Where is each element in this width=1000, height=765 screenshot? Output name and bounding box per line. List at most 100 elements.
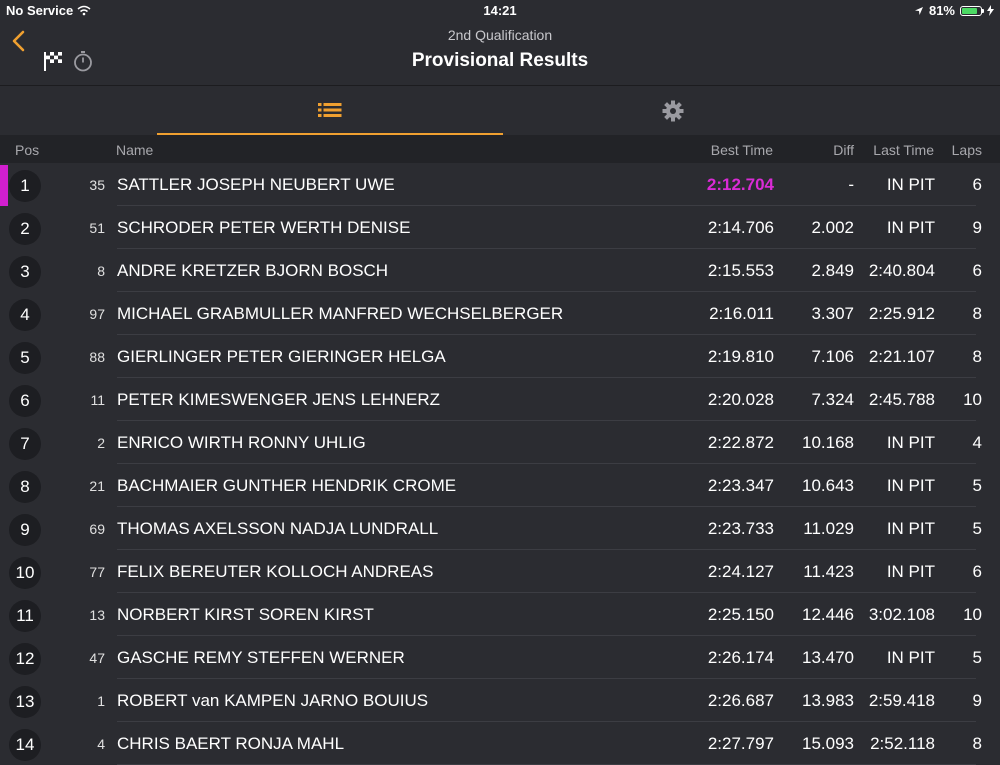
last-time: 2:21.107 <box>868 347 935 366</box>
table-row[interactable]: 7 2 ENRICO WIRTH RONNY UHLIG 2:22.872 10.168… <box>0 421 1000 464</box>
table-row[interactable]: 1 35 SATTLER JOSEPH NEUBERT UWE 2:12.704 - IN… <box>0 163 1000 206</box>
driver-names: ROBERT van KAMPEN JARNO BOUIUS <box>117 691 429 710</box>
table-row[interactable]: 11 13 NORBERT KIRST SOREN KIRST 2:25.150 12.… <box>0 593 1000 636</box>
position-badge: 5 <box>9 342 41 374</box>
gap-diff: 10.643 <box>802 476 854 495</box>
gap-diff: 7.106 <box>811 347 854 366</box>
laps-count: 8 <box>972 304 982 323</box>
position-badge: 1 <box>9 170 41 202</box>
laps-count: 4 <box>972 433 982 452</box>
column-header-best-time[interactable]: Best Time <box>711 142 773 158</box>
column-header-name[interactable]: Name <box>116 142 153 158</box>
best-time: 2:20.028 <box>707 390 774 409</box>
table-row[interactable]: 10 77 FELIX BEREUTER KOLLOCH ANDREAS 2:24.1… <box>0 550 1000 593</box>
position-badge: 6 <box>9 385 41 417</box>
tab-settings[interactable] <box>503 86 843 135</box>
car-number: 77 <box>89 564 105 580</box>
last-time: IN PIT <box>886 519 935 538</box>
car-number: 13 <box>89 607 105 623</box>
gap-diff: 3.307 <box>811 304 854 323</box>
list-icon <box>318 102 342 117</box>
last-time: IN PIT <box>886 218 935 237</box>
tab-results-list[interactable] <box>157 86 503 135</box>
gap-diff: 13.983 <box>802 691 854 710</box>
best-time: 2:26.174 <box>707 648 774 667</box>
last-time: IN PIT <box>886 175 935 194</box>
position-badge: 8 <box>9 471 41 503</box>
best-time: 2:15.553 <box>707 261 774 280</box>
gap-diff: 12.446 <box>802 605 854 624</box>
position-badge: 3 <box>9 256 41 288</box>
gap-diff: 2.849 <box>811 261 854 280</box>
best-time: 2:25.150 <box>707 605 774 624</box>
gap-diff: 11.029 <box>803 519 854 538</box>
table-row[interactable]: 9 69 THOMAS AXELSSON NADJA LUNDRALL 2:23.73… <box>0 507 1000 550</box>
car-number: 97 <box>89 306 105 322</box>
best-time: 2:26.687 <box>707 691 774 710</box>
table-row[interactable]: 13 1 ROBERT van KAMPEN JARNO BOUIUS 2:26.68… <box>0 679 1000 722</box>
best-time: 2:23.347 <box>707 476 774 495</box>
best-time: 2:14.706 <box>707 218 774 237</box>
driver-names: BACHMAIER GUNTHER HENDRIK CROME <box>117 476 457 495</box>
table-row[interactable]: 12 47 GASCHE REMY STEFFEN WERNER 2:26.174 13… <box>0 636 1000 679</box>
driver-names: PETER KIMESWENGER JENS LEHNERZ <box>117 390 441 409</box>
table-row[interactable]: 8 21 BACHMAIER GUNTHER HENDRIK CROME 2:23.3… <box>0 464 1000 507</box>
best-time: 2:19.810 <box>707 347 774 366</box>
laps-count: 6 <box>972 175 982 194</box>
car-number: 8 <box>97 263 105 279</box>
table-row[interactable]: 3 8 ANDRE KRETZER BJORN BOSCH 2:15.553 2.849… <box>0 249 1000 292</box>
battery-percent: 81% <box>928 3 955 18</box>
column-header-diff[interactable]: Diff <box>833 142 854 158</box>
driver-names: GASCHE REMY STEFFEN WERNER <box>117 648 405 667</box>
column-header-pos[interactable]: Pos <box>15 142 39 158</box>
car-number: 11 <box>90 392 105 408</box>
laps-count: 8 <box>972 734 982 753</box>
last-time: 2:52.118 <box>870 734 935 753</box>
table-row[interactable]: 5 88 GIERLINGER PETER GIERINGER HELGA 2:19.… <box>0 335 1000 378</box>
clock: 14:21 <box>483 3 517 18</box>
gap-diff: - <box>848 175 854 194</box>
results-table-header: Pos Name Best Time Diff Last Time Laps <box>0 135 1000 163</box>
last-time: 2:25.912 <box>868 304 935 323</box>
gap-diff: 10.168 <box>802 433 854 452</box>
driver-names: GIERLINGER PETER GIERINGER HELGA <box>117 347 446 366</box>
gap-diff: 15.093 <box>802 734 854 753</box>
fastest-lap-marker <box>0 165 8 206</box>
last-time: IN PIT <box>886 433 935 452</box>
driver-names: FELIX BEREUTER KOLLOCH ANDREAS <box>117 562 434 581</box>
gap-diff: 13.470 <box>802 648 854 667</box>
car-number: 51 <box>89 220 105 236</box>
laps-count: 6 <box>972 562 982 581</box>
driver-names: ENRICO WIRTH RONNY UHLIG <box>117 433 366 452</box>
last-time: IN PIT <box>886 648 935 667</box>
position-badge: 12 <box>9 643 41 675</box>
table-row[interactable]: 4 97 MICHAEL GRABMULLER MANFRED WECHSELBER… <box>0 292 1000 335</box>
page-title: Provisional Results <box>411 50 589 71</box>
gap-diff: 11.423 <box>803 562 854 581</box>
charging-bolt-icon <box>987 5 994 16</box>
best-time: 2:27.797 <box>707 734 774 753</box>
laps-count: 5 <box>972 519 982 538</box>
table-row[interactable]: 6 11 PETER KIMESWENGER JENS LEHNERZ 2:20.02… <box>0 378 1000 421</box>
car-number: 88 <box>89 349 105 365</box>
driver-names: MICHAEL GRABMULLER MANFRED WECHSELBERGER <box>117 304 564 323</box>
car-number: 35 <box>89 177 105 193</box>
column-header-last-time[interactable]: Last Time <box>873 142 934 158</box>
laps-count: 5 <box>972 476 982 495</box>
best-time: 2:24.127 <box>707 562 774 581</box>
battery-icon <box>960 5 984 16</box>
best-time: 2:12.704 <box>706 175 774 194</box>
car-number: 2 <box>97 435 105 451</box>
driver-names: THOMAS AXELSSON NADJA LUNDRALL <box>117 519 439 538</box>
position-badge: 10 <box>9 557 41 589</box>
table-row[interactable]: 2 51 SCHRODER PETER WERTH DENISE 2:14.706 2.… <box>0 206 1000 249</box>
laps-count: 8 <box>972 347 982 366</box>
car-number: 1 <box>97 693 105 709</box>
car-number: 69 <box>89 521 105 537</box>
table-row[interactable]: 14 4 CHRIS BAERT RONJA MAHL 2:27.797 15.093 2… <box>0 722 1000 765</box>
last-time: 2:45.788 <box>868 390 935 409</box>
gear-icon <box>662 100 684 121</box>
results-list: 1 35 SATTLER JOSEPH NEUBERT UWE 2:12.704- IN… <box>0 163 1000 765</box>
best-time: 2:16.011 <box>709 304 774 323</box>
column-header-laps[interactable]: Laps <box>952 142 982 158</box>
